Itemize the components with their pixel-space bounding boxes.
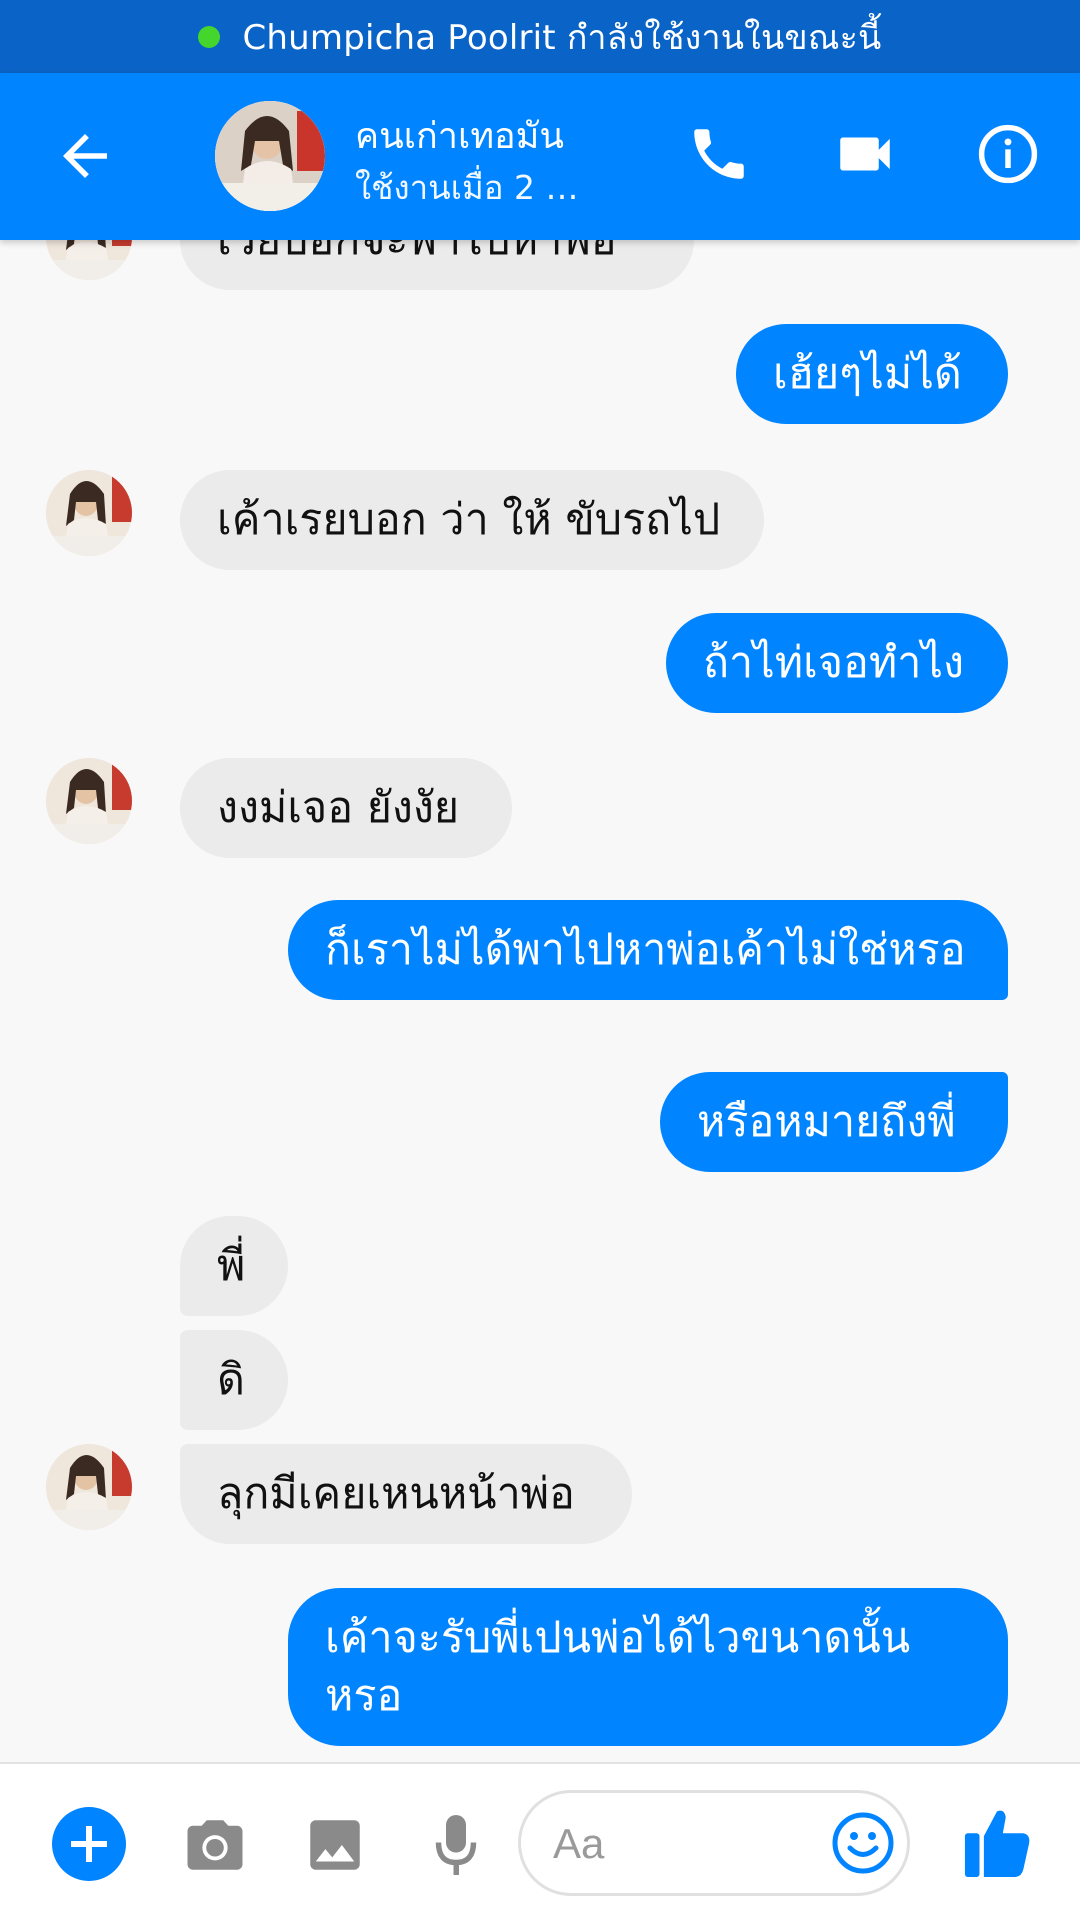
emoji-button[interactable] bbox=[831, 1811, 895, 1875]
chat-header: คนเก่าเทอมัน ใช้งานเมื่อ 2 ชั่วโมงที่แล้… bbox=[0, 73, 1080, 240]
sender-avatar[interactable] bbox=[46, 758, 132, 844]
incoming-message[interactable]: เค้าเรยบอก ว่า ให้ ขับรถไป bbox=[180, 470, 764, 570]
outgoing-message[interactable]: ถ้าไท่เจอทำไง bbox=[666, 613, 1008, 713]
message-text-input[interactable] bbox=[551, 1811, 815, 1877]
back-arrow-icon bbox=[63, 134, 107, 178]
active-status-text: Chumpicha Poolrit กำลังใช้งานในขณะนี้ bbox=[242, 17, 882, 58]
thumbs-up-icon bbox=[964, 1810, 1030, 1877]
contact-photo bbox=[215, 101, 325, 211]
video-camera-icon bbox=[840, 137, 890, 171]
incoming-message[interactable]: งงม่เจอ ยังงัย bbox=[180, 758, 512, 858]
message-composer bbox=[0, 1762, 1080, 1920]
incoming-message[interactable]: ลุกมีเคยเหนหน้าพ่อ bbox=[180, 1444, 632, 1544]
conversation-info-button[interactable] bbox=[975, 121, 1041, 187]
camera-button[interactable] bbox=[182, 1812, 248, 1878]
send-like-button[interactable] bbox=[962, 1804, 1032, 1880]
back-button[interactable] bbox=[52, 123, 118, 189]
contact-name[interactable]: คนเก่าเทอมัน bbox=[355, 107, 595, 164]
more-actions-button[interactable] bbox=[52, 1807, 126, 1881]
voice-message-button[interactable] bbox=[426, 1810, 486, 1880]
messenger-chat-screen: Chumpicha Poolrit กำลังใช้งานในขณะนี้ คน… bbox=[0, 0, 1080, 1920]
message-input-field[interactable] bbox=[518, 1790, 910, 1896]
incoming-message[interactable]: เวยบอกจะพาไปหาพ่อ bbox=[180, 240, 694, 290]
microphone-icon bbox=[435, 1815, 477, 1875]
video-call-button[interactable] bbox=[832, 121, 898, 187]
contact-last-active: ใช้งานเมื่อ 2 ชั่วโมงที่แล้ว bbox=[355, 168, 595, 207]
emoji-icon bbox=[832, 1812, 894, 1874]
message-list[interactable]: เวยบอกจะพาไปหาพ่อ เฮ้ยๆไม่ได้ เค้าเรยบอก… bbox=[0, 240, 1080, 1762]
sender-photo bbox=[46, 240, 132, 280]
incoming-message[interactable]: พี่ bbox=[180, 1216, 288, 1316]
sender-photo bbox=[46, 470, 132, 556]
sender-avatar[interactable] bbox=[46, 240, 132, 280]
camera-icon bbox=[187, 1820, 243, 1870]
active-status-banner: Chumpicha Poolrit กำลังใช้งานในขณะนี้ bbox=[0, 0, 1080, 73]
outgoing-message[interactable]: เฮ้ยๆไม่ได้ bbox=[736, 324, 1008, 424]
info-icon bbox=[978, 124, 1038, 184]
contact-avatar[interactable] bbox=[215, 101, 325, 211]
image-icon bbox=[310, 1820, 360, 1870]
sender-avatar[interactable] bbox=[46, 1444, 132, 1530]
sender-photo bbox=[46, 1444, 132, 1530]
gallery-button[interactable] bbox=[302, 1812, 368, 1878]
sender-photo bbox=[46, 758, 132, 844]
phone-icon bbox=[694, 129, 744, 179]
sender-avatar[interactable] bbox=[46, 470, 132, 556]
voice-call-button[interactable] bbox=[686, 121, 752, 187]
online-dot-icon bbox=[198, 25, 221, 48]
incoming-message[interactable]: ดิ bbox=[180, 1330, 288, 1430]
outgoing-message[interactable]: เค้าจะรับพี่เปนพ่อได้ไวขนาดนั้นหรอ bbox=[288, 1588, 1008, 1746]
plus-icon bbox=[52, 1807, 126, 1881]
outgoing-message[interactable]: ก็เราไม่ได้พาไปหาพ่อเค้าไม่ใช่หรอ bbox=[288, 900, 1008, 1000]
outgoing-message[interactable]: หรือหมายถึงพี่ bbox=[660, 1072, 1008, 1172]
